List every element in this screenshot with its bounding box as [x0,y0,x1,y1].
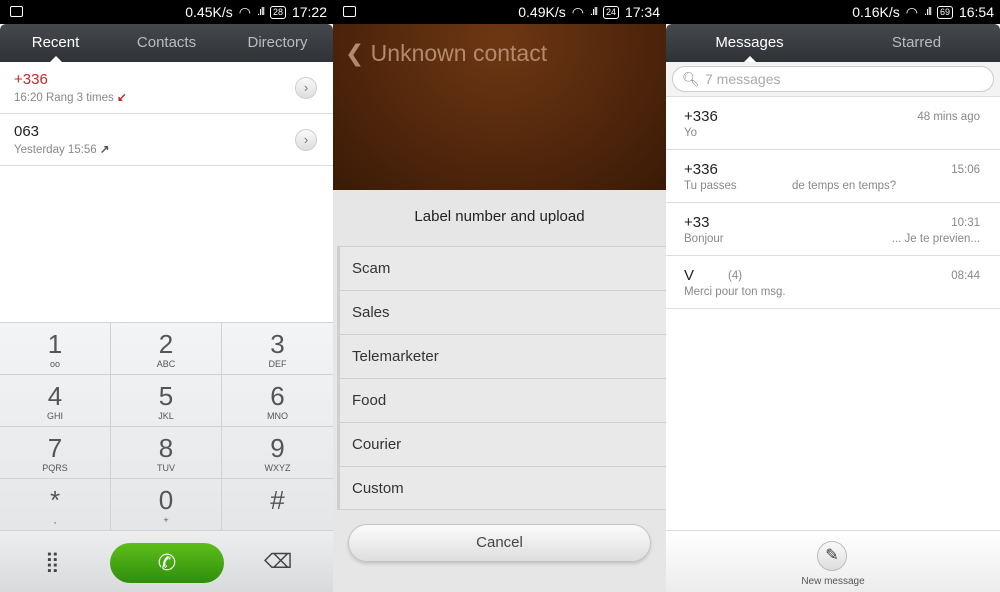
tab-starred[interactable]: Starred [833,24,1000,62]
dialog-title: Label number and upload [414,208,585,225]
dial-action-bar: ⣿ ✆ ⌫ [0,530,333,592]
tab-messages[interactable]: Messages [666,24,833,62]
phone-icon: ✆ [157,550,177,575]
call-detail: 16:20 Rang 3 times [14,92,114,104]
message-count: (4) [728,270,743,282]
gallery-notification-icon [343,6,356,17]
signal-icon: .ıll [589,6,598,18]
missed-call-icon: ↙ [116,92,127,104]
status-bar: 0.49K/s ◠ .ıll 24 17:34 [333,0,666,24]
contact-header: ❮ Unknown contact [333,24,666,190]
message-thread[interactable]: +336 48 mins ago Yo [666,97,1000,150]
cancel-button[interactable]: Cancel [348,524,651,562]
call-detail: Yesterday 15:56 [14,144,97,156]
call-log-item[interactable]: +336 16:20 Rang 3 times ↙ › [0,62,333,114]
caller-number: 063 [14,123,40,140]
message-thread[interactable]: +336 15:06 Tu passes de temps en temps? [666,150,1000,203]
clock: 16:54 [958,4,994,20]
wifi-icon: ◠ [238,3,251,20]
dialer-screen: 0.45K/s ◠ .ıll 28 17:22 Recent Contacts … [0,0,333,592]
gallery-notification-icon [10,6,23,17]
chevron-right-icon[interactable]: › [295,129,317,151]
messages-action-bar: ✎ New message [666,530,1000,592]
battery-icon: 69 [936,5,953,19]
status-bar: 0.45K/s ◠ .ıll 28 17:22 [0,0,333,24]
key-5[interactable]: 5 JKL [111,374,222,426]
chevron-right-icon[interactable]: › [295,77,317,99]
new-message-label: New message [801,576,865,587]
keypad-toggle-icon[interactable]: ⣿ [45,549,60,574]
search-input[interactable]: 🔍︎ 7 messages [672,66,994,92]
signal-icon: .ıll [923,6,932,18]
message-thread[interactable]: +33 10:31 Bonjour ... Je te previen... [666,203,1000,256]
contact-title: Unknown contact [370,40,548,66]
chevron-left-icon: ❮ [345,40,365,66]
key-2[interactable]: 2 ABC [111,322,222,374]
key-0[interactable]: 0 + [111,478,222,530]
dialer-tabs: Recent Contacts Directory [0,24,333,62]
option-food[interactable]: Food [337,378,666,422]
label-number-screen: 0.49K/s ◠ .ıll 24 17:34 ❮ Unknown contac… [333,0,666,592]
outgoing-call-icon: ↗ [99,144,110,156]
key-6[interactable]: 6 MNO [222,374,333,426]
key-1[interactable]: 1 oo [0,322,111,374]
tab-directory[interactable]: Directory [222,24,333,62]
key-7[interactable]: 7 PQRS [0,426,111,478]
call-log-item[interactable]: 063 Yesterday 15:56 ↗ › [0,114,333,166]
tab-contacts[interactable]: Contacts [111,24,222,62]
dial-keypad: 1 oo 2 ABC 3 DEF 4 GHI 5 JKL 6 MNO 7 PQRS 8 TUV … [0,322,333,530]
message-thread[interactable]: V (4) 08:44 Merci pour ton msg. [666,256,1000,309]
signal-icon: .ıll [256,6,265,18]
clock: 17:22 [291,4,327,20]
option-courier[interactable]: Courier [337,422,666,466]
battery-icon: 28 [269,5,286,19]
clock: 17:34 [624,4,660,20]
messages-tabs: Messages Starred [666,24,1000,62]
option-custom[interactable]: Custom [337,466,666,510]
option-sales[interactable]: Sales [337,290,666,334]
option-scam[interactable]: Scam [337,246,666,290]
messages-screen: 0.16K/s ◠ .ıll 69 16:54 Messages Starred… [666,0,1000,592]
call-button[interactable]: ✆ [110,543,224,583]
network-speed: 0.16K/s [852,4,900,20]
key-9[interactable]: 9 WXYZ [222,426,333,478]
network-speed: 0.49K/s [518,4,566,20]
tab-recent[interactable]: Recent [0,24,111,62]
status-bar: 0.16K/s ◠ .ıll 69 16:54 [666,0,1000,24]
wifi-icon: ◠ [905,3,918,20]
key-hash[interactable]: # [222,478,333,530]
voicemail-icon: oo [49,359,60,369]
compose-icon: ✎ [825,547,839,564]
option-telemarketer[interactable]: Telemarketer [337,334,666,378]
backspace-icon[interactable]: ⌫ [264,549,292,574]
network-speed: 0.45K/s [185,4,233,20]
new-message-button[interactable]: ✎ [817,541,847,571]
wifi-icon: ◠ [571,3,584,20]
key-3[interactable]: 3 DEF [222,322,333,374]
battery-icon: 24 [602,5,619,19]
caller-number: +336 [14,71,48,88]
key-star[interactable]: *, [0,478,111,530]
key-8[interactable]: 8 TUV [111,426,222,478]
search-icon: 🔍︎ [682,71,700,87]
key-4[interactable]: 4 GHI [0,374,111,426]
back-button[interactable]: ❮ Unknown contact [345,40,547,67]
